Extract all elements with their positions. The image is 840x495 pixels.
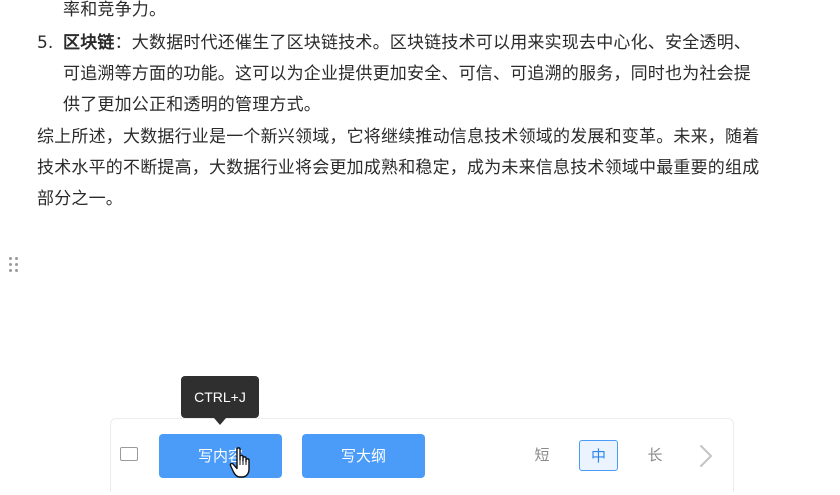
- paragraph-line: 率和竞争力。: [63, 0, 167, 20]
- length-long-option[interactable]: 长: [639, 440, 671, 471]
- write-outline-button[interactable]: 写大纲: [302, 434, 425, 478]
- list-item-number: 5.: [37, 33, 54, 53]
- summary-line: 部分之一。: [37, 189, 123, 209]
- list-item-line: 供了更加公正和透明的管理方式。: [63, 95, 321, 115]
- write-content-button[interactable]: 写内容: [159, 434, 282, 478]
- list-item-title: 区块链: [63, 33, 115, 53]
- list-item-line: 区块链：大数据时代还催生了区块链技术。区块链技术可以用来实现去中心化、安全透明、: [63, 28, 751, 59]
- screen-icon[interactable]: [120, 447, 138, 461]
- length-short-option[interactable]: 短: [526, 440, 558, 471]
- summary-line: 技术水平的不断提高，大数据行业将会更加成熟和稳定，成为未来信息技术领域中最重要的…: [37, 158, 760, 178]
- hand-pointer-icon: [229, 447, 250, 478]
- list-item-text: ：大数据时代还催生了区块链技术。区块链技术可以用来实现去中心化、安全透明、: [114, 33, 752, 53]
- length-medium-option[interactable]: 中: [579, 440, 618, 471]
- tooltip-arrow: [214, 418, 226, 425]
- summary-line: 综上所述，大数据行业是一个新兴领域，它将继续推动信息技术领域的发展和变革。未来，…: [37, 127, 760, 147]
- drag-handle-icon[interactable]: [8, 256, 20, 272]
- shortcut-tooltip: CTRL+J: [181, 376, 259, 418]
- list-item-line: 可追溯等方面的功能。这可以为企业提供更加安全、可信、可追溯的服务，同时也为社会提: [63, 64, 751, 84]
- chevron-right-icon[interactable]: [699, 444, 713, 468]
